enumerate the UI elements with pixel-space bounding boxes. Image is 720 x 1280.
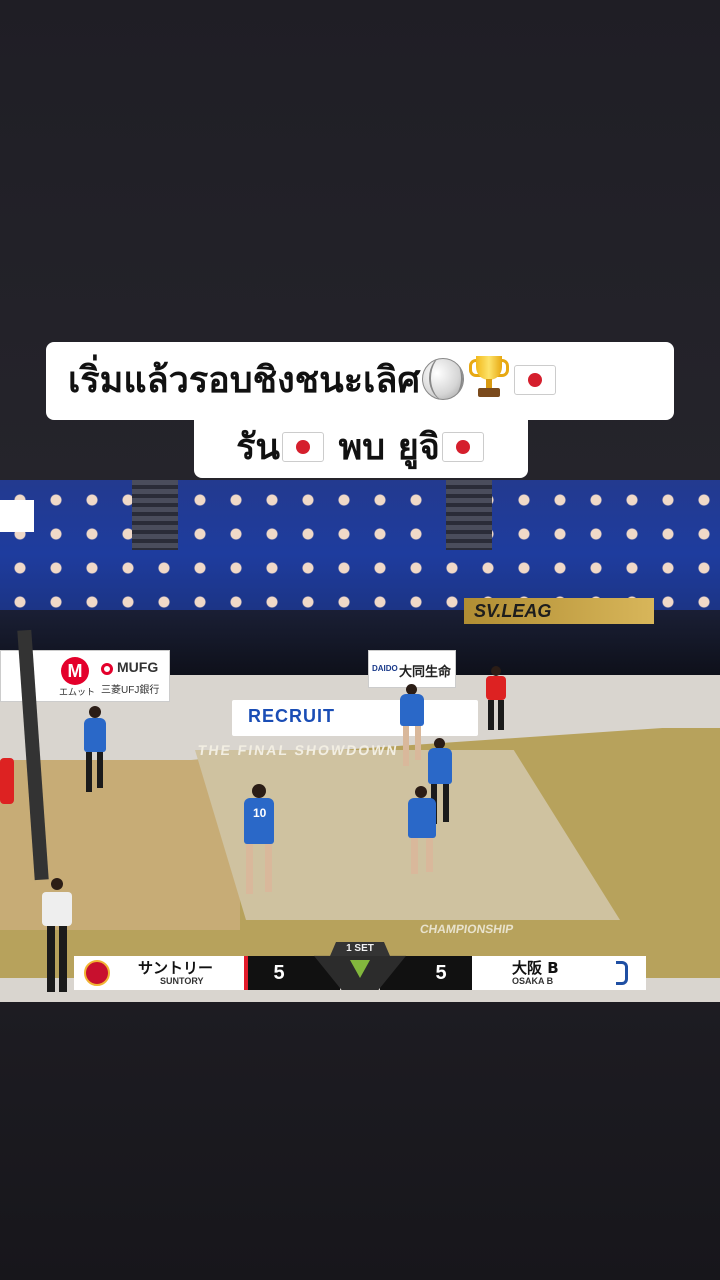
daido-ad-board: DAIDO 大同生命 bbox=[368, 650, 456, 688]
home-team-panel: サントリー SUNTORY bbox=[74, 956, 244, 990]
volleyball-icon bbox=[422, 358, 465, 400]
home-team-name-en: SUNTORY bbox=[160, 976, 204, 986]
opponent-player bbox=[0, 758, 14, 818]
player: 10 bbox=[244, 784, 274, 894]
corner-badge bbox=[0, 500, 34, 532]
recruit-banner: RECRUIT bbox=[232, 700, 478, 736]
player bbox=[428, 738, 452, 824]
away-team-name-en: OSAKA B bbox=[512, 976, 554, 986]
away-team-name: 大阪 B bbox=[512, 959, 559, 977]
referee bbox=[486, 666, 506, 730]
caption-text-2b: พบ ยูจิ bbox=[326, 427, 440, 468]
line-judge bbox=[42, 878, 72, 992]
caption-text-1: เริ่มแล้วรอบชิงชนะเลิศ bbox=[68, 360, 421, 401]
japan-flag-icon bbox=[514, 365, 557, 395]
caption-line-2: รัน พบ ยูจิ bbox=[194, 418, 528, 478]
home-team-name: サントリー bbox=[138, 959, 214, 977]
set-label: 1 SET bbox=[346, 943, 374, 954]
stairs bbox=[446, 480, 492, 550]
japan-flag-icon bbox=[282, 432, 325, 462]
player bbox=[400, 684, 424, 766]
player bbox=[408, 786, 436, 874]
championship-text: CHAMPIONSHIP bbox=[419, 922, 515, 936]
bottom-background bbox=[0, 1002, 720, 1280]
sv-league-banner: SV.LEAG bbox=[464, 598, 654, 624]
stairs bbox=[132, 480, 178, 550]
japan-flag-icon bbox=[441, 432, 484, 462]
caption-line-1: เริ่มแล้วรอบชิงชนะเลิศ bbox=[46, 342, 674, 420]
suntory-logo-icon bbox=[84, 960, 110, 986]
caption-text-2a: รัน bbox=[236, 427, 281, 468]
video-frame[interactable]: SV.LEAG M エムット MUFG 三菱UFJ銀行 DAIDO 大同生命 R… bbox=[0, 480, 720, 1002]
osaka-b-logo-icon bbox=[616, 961, 628, 985]
final-showdown-text: THE FINAL SHOWDOWN bbox=[196, 742, 400, 758]
away-team-panel: 大阪 B OSAKA B bbox=[472, 956, 646, 990]
scoreboard: サントリー SUNTORY 5 5 1 SET 大阪 B OSAKA B bbox=[74, 942, 646, 990]
trophy-icon bbox=[468, 356, 510, 400]
player bbox=[84, 706, 106, 792]
